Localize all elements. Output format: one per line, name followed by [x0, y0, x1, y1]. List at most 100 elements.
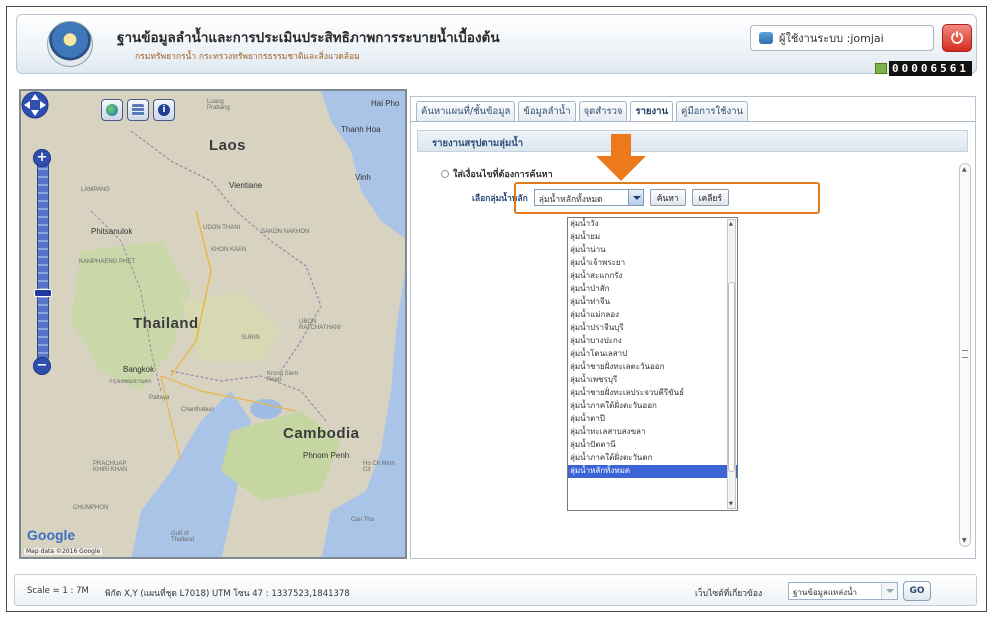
zoom-slider-handle[interactable]: [34, 289, 52, 297]
info-tool-button[interactable]: i: [153, 99, 175, 121]
map-label-thailand: Thailand: [133, 315, 199, 332]
info-icon: i: [158, 104, 170, 116]
map-label-udon: UDON THANI: [203, 225, 241, 231]
map-coordinates: พิกัด X,Y (แผนที่ชุด L7018) UTM โซน 47 :…: [105, 589, 350, 599]
zoom-slider[interactable]: [37, 153, 49, 363]
map-label-chumphon: CHUMPHON: [73, 505, 109, 511]
dropdown-scrollbar[interactable]: ▲ ▼: [727, 219, 736, 509]
basin-option[interactable]: ลุ่มน้ำปราจีนบุรี: [568, 322, 737, 335]
basin-option[interactable]: ลุ่มน้ำน่าน: [568, 244, 737, 257]
map-label-surin: SURIN: [241, 335, 260, 341]
basin-dropdown-list[interactable]: ลุ่มน้ำวัง ลุ่มน้ำยม ลุ่มน้ำน่าน ลุ่มน้ำเจ้…: [567, 217, 738, 511]
related-sites-select[interactable]: ฐานข้อมูลแหล่งน้ำ: [788, 582, 898, 600]
go-button[interactable]: GO: [903, 581, 931, 601]
map-label-luangprabang: Luang Prabang: [207, 99, 230, 111]
map-label-laos: Laos: [209, 137, 247, 154]
related-sites-value: ฐานข้อมูลแหล่งน้ำ: [793, 588, 858, 597]
map-label-prachuap: PRACHUAP KHIRI KHAN: [93, 461, 128, 473]
dropdown-scroll-thumb[interactable]: [728, 282, 735, 472]
map-label-cantho: Can Tho: [351, 517, 374, 523]
highlight-frame: [514, 182, 820, 214]
basin-option[interactable]: ลุ่มน้ำหลักทั้งหมด: [568, 465, 737, 478]
basin-option[interactable]: ลุ่มน้ำตาปี: [568, 413, 737, 426]
tab-bar: ค้นหาแผนที่/ชั้นข้อมูล ข้อมูลลำน้ำ จุดสำ…: [416, 101, 749, 121]
map-label-vinh: Vinh: [355, 173, 371, 182]
dropdown-scroll-up-icon[interactable]: ▲: [729, 221, 733, 227]
map-label-cambodia: Cambodia: [283, 425, 360, 442]
visitor-counter: 00006561: [889, 61, 972, 76]
map-label-sakon: SAKON NAKHON: [261, 229, 310, 235]
power-icon: ⏻: [951, 29, 963, 47]
tab-survey-points[interactable]: จุดสำรวจ: [578, 101, 628, 121]
down-arrow-icon: [596, 134, 646, 181]
basin-option[interactable]: ลุ่มน้ำสะแกกรัง: [568, 270, 737, 283]
basin-options: ลุ่มน้ำวัง ลุ่มน้ำยม ลุ่มน้ำน่าน ลุ่มน้ำเจ้…: [568, 218, 737, 478]
scroll-grip: [962, 350, 968, 358]
map-label-gulf: Gulf of Thailand: [171, 531, 195, 543]
scroll-down-icon[interactable]: ▼: [962, 537, 967, 544]
scroll-up-icon[interactable]: ▲: [962, 166, 967, 173]
app-subtitle: กรมทรัพยากรน้ำ กระทรวงทรัพยากรธรรมชาติแล…: [135, 52, 360, 62]
map-label-pattaya: Pattaya: [149, 395, 170, 401]
globe-icon: [106, 104, 118, 116]
user-info[interactable]: ผู้ใช้งานระบบ :jomjai: [750, 25, 934, 51]
google-logo: Google: [27, 527, 76, 543]
basin-option[interactable]: ลุ่มน้ำภาคใต้ฝั่งตะวันตก: [568, 452, 737, 465]
tab-report[interactable]: รายงาน: [630, 101, 673, 121]
basin-option[interactable]: ลุ่มน้ำชายฝั่งทะเลประจวบคีรีขันธ์: [568, 387, 737, 400]
layers-tool-button[interactable]: [127, 99, 149, 121]
user-label: ผู้ใช้งานระบบ :jomjai: [779, 32, 884, 45]
map-label-hochiminh: Ho Ch Minh Cit: [363, 461, 395, 473]
basin-option[interactable]: ลุ่มน้ำภาคใต้ฝั่งตะวันออก: [568, 400, 737, 413]
logout-button[interactable]: ⏻: [942, 24, 972, 52]
map-attribution: Map data ©2016 Google: [24, 548, 103, 555]
basin-option[interactable]: ลุ่มน้ำเพชรบุรี: [568, 374, 737, 387]
map-label-siemreap: Krong Siem Reap: [267, 371, 299, 383]
basin-option[interactable]: ลุ่มน้ำป่าสัก: [568, 283, 737, 296]
tab-map-search[interactable]: ค้นหาแผนที่/ชั้นข้อมูล: [416, 101, 516, 121]
basin-option[interactable]: ลุ่มน้ำยม: [568, 231, 737, 244]
zoom-in-button[interactable]: +: [33, 149, 51, 167]
section-title: รายงานสรุปตามลุ่มน้ำ: [417, 130, 968, 152]
layers-icon: [132, 104, 144, 116]
user-icon: [759, 32, 773, 44]
basin-option[interactable]: ลุ่มน้ำวัง: [568, 218, 737, 231]
map-label-phitsanulok: Phitsanulok: [91, 227, 133, 236]
related-sites-label: เว็บไซต์ที่เกี่ยวข้อง: [695, 589, 763, 599]
related-sites-arrow-icon[interactable]: [881, 583, 897, 599]
counter-icon: [875, 63, 887, 74]
map-label-haiphong: Hai Pho: [371, 99, 400, 108]
map-label-thanhhoa: Thanh Hoa: [341, 125, 381, 134]
map-label-chanthaburi: Chanthaburi: [181, 407, 214, 413]
map-scale: Scale = 1 : 7M: [27, 586, 89, 596]
map-label-vientiane: Vientiane: [229, 181, 263, 190]
map-label-ubon: UBON RATCHATHANI: [299, 319, 341, 331]
tab-manual[interactable]: คู่มือการใช้งาน: [675, 101, 749, 121]
basin-option[interactable]: ลุ่มน้ำปัตตานี: [568, 439, 737, 452]
map-label-phnompenh: Phnom Penh: [303, 451, 350, 460]
map-label-lampang: LAMPANG: [81, 187, 110, 193]
search-caption-text: ใส่เงื่อนไขที่ต้องการค้นหา: [453, 170, 553, 180]
search-caption: ใส่เงื่อนไขที่ต้องการค้นหา: [441, 167, 553, 181]
map-label-bangkok-thai: กรุงเทพมหานคร: [109, 379, 152, 385]
basin-option[interactable]: ลุ่มน้ำแม่กลอง: [568, 309, 737, 322]
map-view[interactable]: Laos Thailand Cambodia Hai Pho Thanh Hoa…: [19, 89, 407, 559]
status-bar: Scale = 1 : 7M พิกัด X,Y (แผนที่ชุด L701…: [14, 574, 977, 606]
basin-option[interactable]: ลุ่มน้ำเจ้าพระยา: [568, 257, 737, 270]
basin-option[interactable]: ลุ่มน้ำบางปะกง: [568, 335, 737, 348]
department-logo: [47, 21, 93, 67]
basin-option[interactable]: ลุ่มน้ำทะเลสาบสงขลา: [568, 426, 737, 439]
dropdown-scroll-down-icon[interactable]: ▼: [729, 501, 733, 507]
basin-option[interactable]: ลุ่มน้ำท่าจีน: [568, 296, 737, 309]
tab-river-data[interactable]: ข้อมูลลำน้ำ: [518, 101, 576, 121]
pan-control-icon[interactable]: [21, 91, 49, 119]
panel-scrollbar[interactable]: ▲ ▼: [959, 163, 971, 547]
map-label-kamphaeng: KAMPHAENG PHET: [79, 259, 136, 265]
basin-option[interactable]: ลุ่มน้ำชายฝั่งทะเลตะวันออก: [568, 361, 737, 374]
map-label-khonkaen: KHON KAEN: [211, 247, 247, 253]
map-label-bangkok: Bangkok: [123, 365, 155, 374]
app-title: ฐานข้อมูลลำน้ำและการประเมินประสิทธิภาพกา…: [117, 30, 500, 46]
globe-tool-button[interactable]: [101, 99, 123, 121]
zoom-out-button[interactable]: −: [33, 357, 51, 375]
basin-option[interactable]: ลุ่มน้ำโตนเลสาป: [568, 348, 737, 361]
